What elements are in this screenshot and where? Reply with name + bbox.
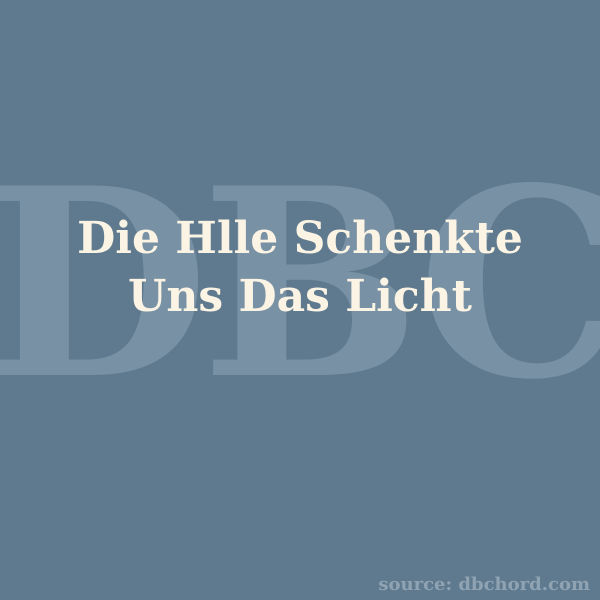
song-title-line-2: Uns Das Licht [128,271,472,322]
song-title-line-1: Die Hlle Schenkte [77,213,523,264]
song-title: Die Hlle Schenkte Uns Das Licht [0,210,600,326]
source-credit: source: dbchord.com [378,574,590,595]
